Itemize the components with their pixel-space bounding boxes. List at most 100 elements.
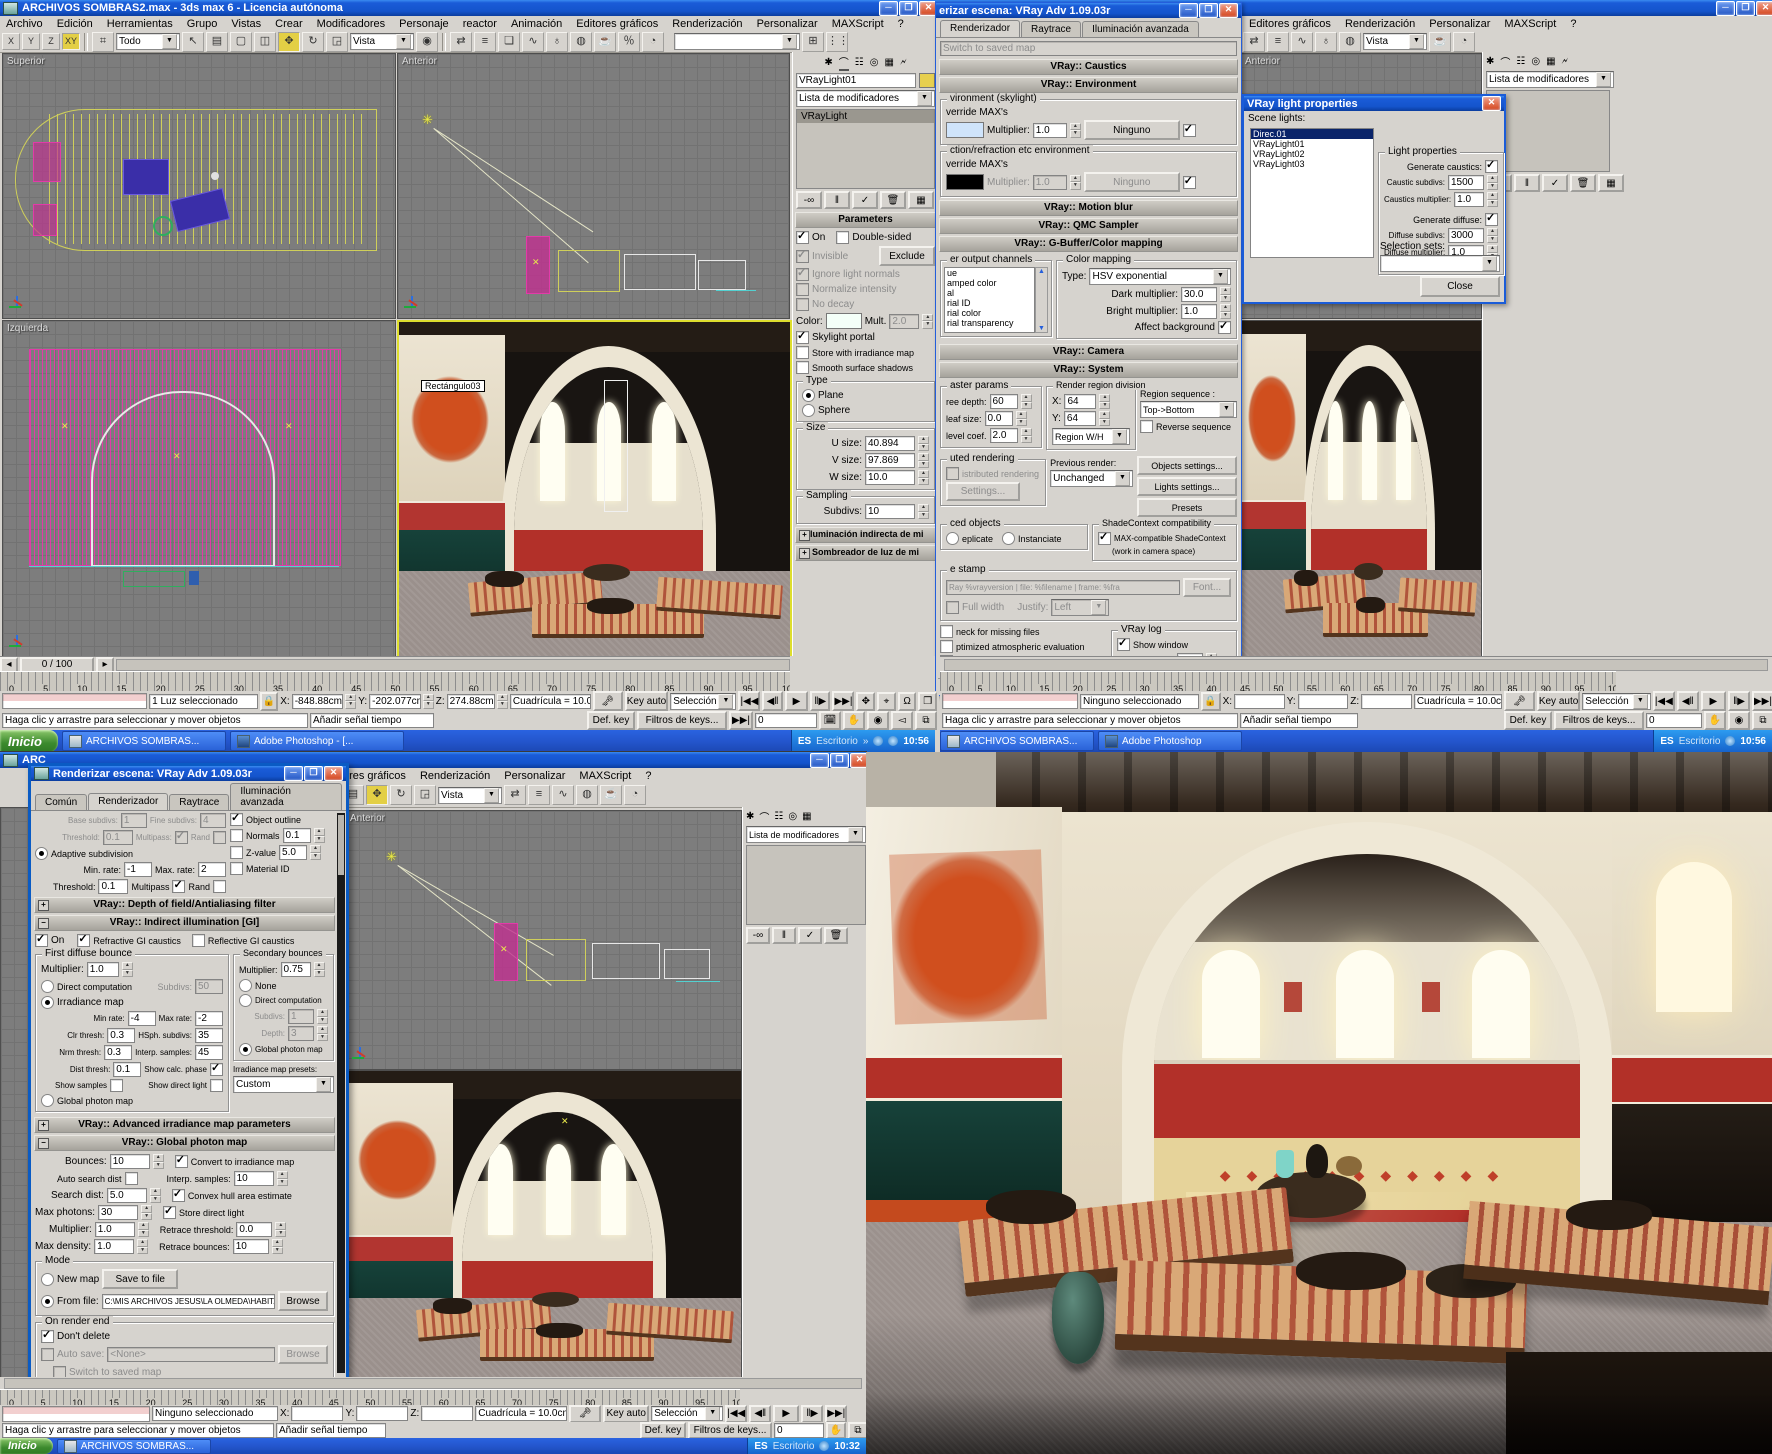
modifier-list-dropdown[interactable]: Lista de modificadores ▼ bbox=[1486, 71, 1614, 88]
spinner[interactable]: ▲▼ bbox=[310, 845, 322, 860]
distributed-checkbox[interactable] bbox=[946, 467, 959, 480]
play-icon[interactable]: ▶ bbox=[1700, 691, 1727, 711]
show-end-result-icon[interactable]: ‖ bbox=[1514, 174, 1540, 192]
minimize-icon[interactable]: ─ bbox=[1716, 0, 1735, 16]
camera-rollout[interactable]: VRay:: Camera bbox=[939, 344, 1238, 360]
spinner[interactable]: ▲▼ bbox=[313, 828, 325, 843]
show-calc-checkbox[interactable] bbox=[210, 1061, 223, 1076]
render-scene-icon[interactable]: ☕ bbox=[1429, 31, 1451, 52]
reverse-sequence-checkbox[interactable] bbox=[1140, 420, 1153, 433]
modifier-list-dropdown[interactable]: Lista de modificadores ▼ bbox=[796, 90, 935, 107]
go-to-start-icon[interactable]: |◀◀ bbox=[738, 691, 761, 711]
auto-save-checkbox[interactable] bbox=[41, 1348, 54, 1361]
add-time-tag[interactable]: Añadir señal tiempo bbox=[1240, 713, 1358, 728]
play-icon[interactable]: ▶ bbox=[773, 1405, 800, 1422]
dialog-title-bar[interactable]: Renderizar escena: VRay Adv 1.09.03r ─ ❐… bbox=[31, 766, 346, 781]
menu-item[interactable]: reactor bbox=[457, 17, 503, 31]
y-coordinate-field[interactable] bbox=[356, 1406, 409, 1421]
spinner[interactable]: ▲▼ bbox=[271, 1239, 283, 1254]
z-value-checkbox[interactable] bbox=[230, 846, 243, 859]
display-tab-icon[interactable]: ▦ bbox=[1546, 56, 1555, 67]
align-icon[interactable]: ≡ bbox=[528, 785, 550, 805]
remove-modifier-icon[interactable]: 🗑 bbox=[1570, 174, 1596, 192]
system-tray[interactable]: ES Escritorio » 10:56 bbox=[790, 730, 935, 752]
pan-icon[interactable]: ✋ bbox=[1704, 711, 1726, 730]
menu-item[interactable]: MAXScript bbox=[826, 17, 890, 31]
display-tab-icon[interactable]: ▦ bbox=[884, 57, 893, 68]
array-icon[interactable]: ⋮⋮ bbox=[826, 31, 849, 52]
listbox-scrollbar[interactable]: ▲ ▼ bbox=[1035, 267, 1048, 333]
system-tray[interactable]: ES Escritorio 10:56 bbox=[1653, 730, 1772, 752]
command-panel-tabs[interactable]: ✱ ⌒ ☷ ◎ ▦ 🗲 bbox=[1484, 53, 1772, 70]
indirect-illumination-rollout[interactable]: + Iluminación indirecta de mi bbox=[795, 527, 936, 543]
viewport-anterior[interactable]: Anterior ✳ ✕ bbox=[397, 53, 790, 319]
main-title-bar[interactable]: ARCHIVOS SOMBRAS2.max - 3ds max 6 - Lice… bbox=[0, 0, 941, 16]
mirror-icon[interactable]: ⇄ bbox=[1243, 31, 1265, 52]
tray-icon[interactable] bbox=[1725, 736, 1736, 746]
clock[interactable]: 10:56 bbox=[903, 736, 929, 747]
set-key-icon[interactable]: 🗝 bbox=[569, 1405, 602, 1422]
from-file-radio[interactable] bbox=[41, 1294, 54, 1308]
menu-item[interactable]: Personaje bbox=[393, 17, 455, 31]
view-dropdown[interactable]: Vista ▼ bbox=[438, 786, 502, 804]
list-item[interactable]: VRayLight01 bbox=[1251, 139, 1373, 149]
exclude-button[interactable]: Exclude bbox=[879, 246, 935, 266]
menu-item[interactable]: Modificadores bbox=[311, 17, 391, 31]
restore-icon[interactable]: ❐ bbox=[899, 0, 918, 16]
level-coef-field[interactable]: 2.0 bbox=[989, 428, 1018, 443]
refl-map-button[interactable]: Ninguno bbox=[1083, 172, 1180, 192]
command-panel-tabs[interactable]: ✱ ⌒ ☷ ◎ ▦ bbox=[744, 808, 868, 825]
region-mode-dropdown[interactable]: Region W/H ▼ bbox=[1052, 428, 1130, 445]
spinner[interactable]: ▲▼ bbox=[317, 1009, 328, 1024]
spinner[interactable]: ▲▼ bbox=[1020, 394, 1032, 409]
dialog-tab[interactable]: Iluminación avanzada bbox=[1082, 21, 1199, 37]
spinner[interactable]: ▲▼ bbox=[149, 1188, 161, 1203]
u-size-field[interactable]: 40.894 bbox=[865, 436, 915, 451]
taskbar-item-3dsmax[interactable]: ARCHIVOS SOMBRAS... bbox=[940, 731, 1094, 751]
search-dist-field[interactable]: 5.0 bbox=[106, 1188, 147, 1203]
curve-editor-icon[interactable]: ∿ bbox=[552, 785, 574, 805]
keyboard-layout-indicator[interactable]: ES bbox=[798, 736, 811, 747]
configure-icon[interactable]: ▦ bbox=[1598, 174, 1624, 192]
system-tray[interactable]: ES Escritorio 10:32 bbox=[747, 1438, 866, 1454]
default-key-button[interactable]: Def. key bbox=[640, 1422, 686, 1438]
environment-rollout[interactable]: VRay:: Environment bbox=[939, 77, 1238, 93]
make-unique-icon[interactable]: ✓ bbox=[852, 191, 878, 209]
close-icon[interactable]: ✕ bbox=[1756, 0, 1772, 16]
menu-item[interactable]: Renderización bbox=[414, 769, 496, 783]
reference-coordinate-dropdown[interactable]: Vista ▼ bbox=[350, 33, 414, 50]
im-presets-dropdown[interactable]: Custom ▼ bbox=[233, 1076, 334, 1093]
show-end-result-icon[interactable]: ‖ bbox=[824, 191, 850, 209]
viewport-camera-active[interactable]: ◆◆◆◆◆◆◆◆ Rectángulo03 bbox=[397, 320, 792, 660]
spinner[interactable]: ▲▼ bbox=[1098, 411, 1110, 426]
select-and-rotate-icon[interactable]: ↻ bbox=[390, 785, 412, 805]
color-mapping-type-dropdown[interactable]: HSV exponential ▼ bbox=[1089, 268, 1231, 285]
list-item[interactable]: VRayLight02 bbox=[1251, 149, 1373, 159]
go-to-frame-icon[interactable]: ▶▶| bbox=[729, 711, 753, 730]
sb-depth-field[interactable]: 3 bbox=[288, 1026, 314, 1041]
list-item[interactable]: rial color bbox=[945, 308, 1034, 318]
minimize-icon[interactable]: ─ bbox=[1179, 3, 1198, 18]
list-item[interactable]: rial transparency bbox=[945, 318, 1034, 328]
invisible-checkbox[interactable] bbox=[796, 248, 809, 263]
dialog-tab[interactable]: Común bbox=[35, 794, 88, 810]
axis-xy-button[interactable]: XY bbox=[62, 33, 80, 50]
nrm-thresh-field[interactable]: 0.3 bbox=[104, 1045, 133, 1060]
smooth-shadows-checkbox[interactable] bbox=[796, 361, 809, 374]
dialog-title-bar[interactable]: erizar escena: VRay Adv 1.09.03r ─ ❐ ✕ bbox=[936, 3, 1241, 18]
dialog-tab[interactable]: Iluminación avanzada bbox=[230, 783, 342, 810]
key-selection-dropdown[interactable]: Selección ▼ bbox=[670, 692, 737, 710]
time-slider-track[interactable] bbox=[116, 658, 790, 671]
min-max-toggle-icon[interactable]: ⧉ bbox=[848, 1422, 868, 1438]
v-size-field[interactable]: 97.869 bbox=[865, 453, 915, 468]
time-slider[interactable] bbox=[0, 1377, 866, 1389]
use-pivot-center-icon[interactable]: ◉ bbox=[416, 31, 438, 52]
viewport-izquierda[interactable]: Izquierda ✕ ✕ ✕ bbox=[2, 320, 396, 658]
menu-item[interactable]: Archivo bbox=[0, 17, 49, 31]
material-id-checkbox[interactable] bbox=[230, 862, 243, 875]
menu-item[interactable]: Editores gráficos bbox=[1243, 17, 1337, 31]
plane-radio[interactable] bbox=[802, 389, 815, 402]
menu-item[interactable]: ? bbox=[892, 17, 910, 31]
schematic-view-icon[interactable]: ♁ bbox=[546, 31, 568, 52]
spinner[interactable]: ▲▼ bbox=[317, 1026, 328, 1041]
